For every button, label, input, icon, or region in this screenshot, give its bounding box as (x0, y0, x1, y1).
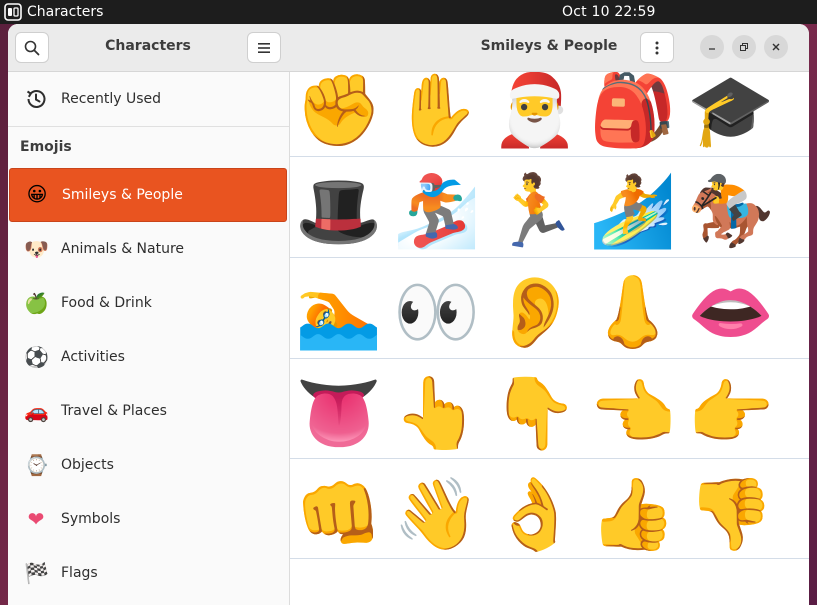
main-header: Smileys & People (289, 24, 809, 72)
emoji-snowboarder[interactable]: 🏂 (392, 165, 482, 257)
dog-icon: 🐶 (24, 237, 49, 261)
page-title: Smileys & People (480, 38, 618, 54)
vertical-dots-icon (655, 41, 659, 54)
search-icon (24, 40, 40, 55)
sidebar-item-label: Objects (61, 457, 114, 473)
emoji-horse-racing[interactable]: 🏇 (686, 165, 776, 257)
sidebar-item-recently-used[interactable]: Recently Used (8, 72, 289, 127)
sidebar-header: Characters (8, 24, 289, 72)
sidebar-item-symbols[interactable]: ❤ Symbols (8, 492, 288, 546)
sidebar-item-label: Animals & Nature (61, 241, 185, 257)
emoji-grid: ✊ ✋ 🎅 🎒 🎓 🎩 🏂 🏃 🏄 🏇 🏊 👀 👂 👃 👄 👅 👆 👇 👈 👉 👊 👋 👌 👍 👎 (290, 72, 809, 605)
sidebar-item-objects[interactable]: ⌚ Objects (8, 438, 288, 492)
sidebar-item-label: Flags (61, 565, 98, 581)
sidebar-item-label: Activities (61, 349, 125, 365)
minimize-icon (709, 48, 715, 50)
emoji-thumbs-down[interactable]: 👎 (686, 468, 776, 560)
top-bar: Characters Oct 10 22:59 (0, 0, 817, 24)
emoji-graduation-cap[interactable]: 🎓 (686, 72, 776, 156)
row-divider (290, 156, 809, 157)
app-menu-title[interactable]: Characters (27, 3, 103, 21)
emoji-waving-hand[interactable]: 👋 (392, 468, 482, 560)
emoji-backhand-index-pointing-up[interactable]: 👆 (392, 367, 482, 459)
emoji-backhand-index-pointing-left[interactable]: 👈 (588, 367, 678, 459)
emoji-raised-fist[interactable]: ✊ (294, 72, 384, 156)
hamburger-menu-icon (258, 42, 270, 53)
sidebar-item-travel-places[interactable]: 🚗 Travel & Places (8, 384, 288, 438)
checkered-flag-icon: 🏁 (24, 561, 49, 585)
sidebar-item-animals-nature[interactable]: 🐶 Animals & Nature (8, 222, 288, 276)
emoji-santa-claus[interactable]: 🎅 (490, 72, 580, 156)
clock[interactable]: Oct 10 22:59 (562, 3, 656, 21)
sidebar-title: Characters (105, 38, 191, 54)
sidebar-item-label: Symbols (61, 511, 121, 527)
close-button[interactable] (764, 35, 788, 59)
sidebar-item-label: Smileys & People (62, 187, 183, 203)
sidebar-item-smileys-people[interactable]: 😀 Smileys & People (9, 168, 287, 222)
main-menu-button[interactable] (247, 32, 281, 63)
heart-icon: ❤ (27, 507, 45, 531)
close-icon (772, 43, 780, 51)
emoji-raised-hand[interactable]: ✋ (392, 72, 482, 156)
emoji-tongue[interactable]: 👅 (294, 367, 384, 459)
characters-window: Characters Recently Used Emojis 😀 Smiley… (8, 24, 809, 605)
emoji-ear[interactable]: 👂 (490, 266, 580, 358)
watch-icon: ⌚ (24, 453, 49, 477)
sidebar-item-activities[interactable]: ⚽ Activities (8, 330, 288, 384)
row-divider (290, 257, 809, 258)
minimize-button[interactable] (700, 35, 724, 59)
emoji-oncoming-fist[interactable]: 👊 (294, 468, 384, 560)
restore-icon (740, 43, 748, 51)
emoji-eyes[interactable]: 👀 (392, 266, 482, 358)
emoji-backhand-index-pointing-right[interactable]: 👉 (686, 367, 776, 459)
emoji-mouth[interactable]: 👄 (686, 266, 776, 358)
sidebar: Characters Recently Used Emojis 😀 Smiley… (8, 24, 290, 605)
row-divider (290, 358, 809, 359)
car-icon: 🚗 (24, 399, 49, 423)
emojis-section-title: Emojis (20, 139, 72, 155)
emoji-person-running[interactable]: 🏃 (490, 165, 580, 257)
emoji-backhand-index-pointing-down[interactable]: 👇 (490, 367, 580, 459)
emoji-backpack[interactable]: 🎒 (588, 72, 678, 156)
emoji-person-swimming[interactable]: 🏊 (294, 266, 384, 358)
emoji-person-surfing[interactable]: 🏄 (588, 165, 678, 257)
emoji-thumbs-up[interactable]: 👍 (588, 468, 678, 560)
sidebar-item-label: Food & Drink (61, 295, 152, 311)
maximize-button[interactable] (732, 35, 756, 59)
smiley-icon: 😀 (26, 182, 48, 206)
sidebar-item-label: Travel & Places (61, 403, 167, 419)
apple-icon: 🍏 (24, 291, 49, 315)
characters-app-icon[interactable] (4, 3, 22, 21)
soccer-ball-icon: ⚽ (24, 345, 49, 369)
emoji-top-hat[interactable]: 🎩 (294, 165, 384, 257)
emoji-nose[interactable]: 👃 (588, 266, 678, 358)
history-clock-icon (26, 90, 46, 108)
more-options-button[interactable] (640, 32, 674, 63)
sidebar-item-flags[interactable]: 🏁 Flags (8, 546, 288, 600)
sidebar-item-label: Recently Used (61, 91, 162, 107)
emoji-ok-hand[interactable]: 👌 (490, 468, 580, 560)
sidebar-item-food-drink[interactable]: 🍏 Food & Drink (8, 276, 288, 330)
search-button[interactable] (15, 32, 49, 63)
